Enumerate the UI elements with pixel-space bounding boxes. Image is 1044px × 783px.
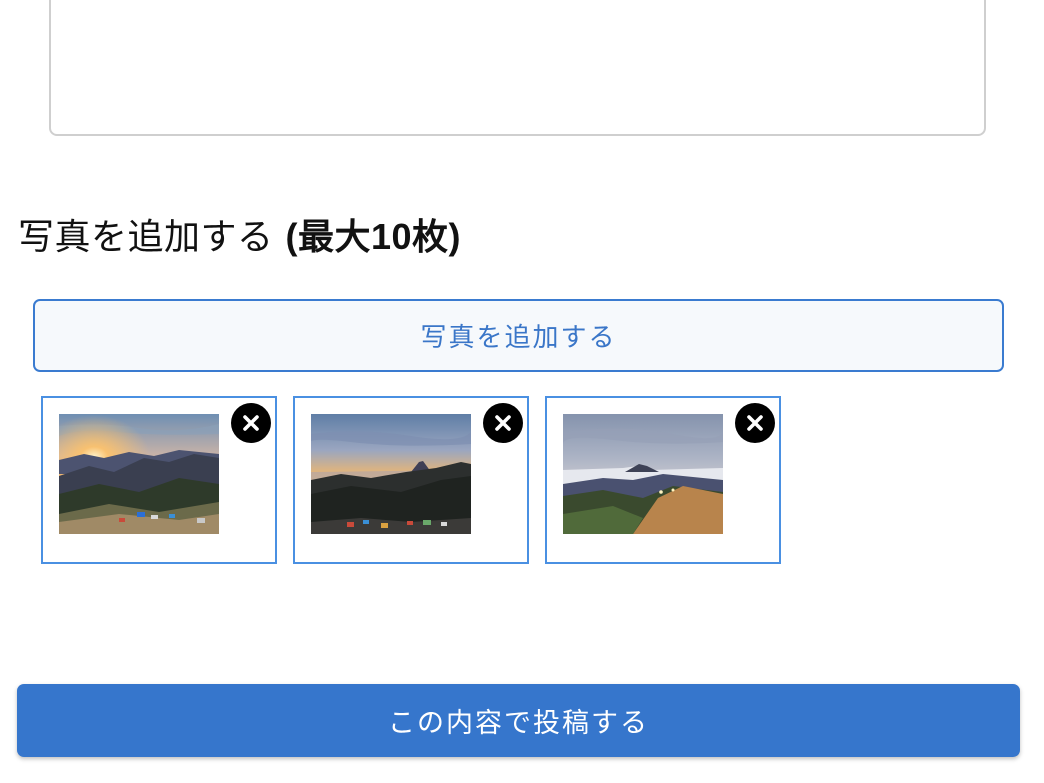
photo-thumbnail — [563, 414, 723, 534]
remove-photo-button[interactable] — [735, 403, 775, 443]
photo-thumbnail-card — [545, 396, 781, 564]
photos-heading-limit: (最大10枚) — [285, 216, 461, 257]
photos-section-title: 写真を追加する (最大10枚) — [18, 208, 461, 260]
close-icon — [747, 415, 763, 431]
photos-heading-prefix: 写真を追加する — [18, 217, 286, 258]
add-photo-button[interactable]: 写真を追加する — [33, 299, 1004, 372]
post-body-textarea[interactable] — [49, 0, 986, 136]
submit-post-button[interactable]: この内容で投稿する — [17, 684, 1020, 757]
photo-thumbnail — [311, 414, 471, 534]
post-form: 写真を追加する (最大10枚) 写真を追加する この内容で投稿する — [0, 0, 1044, 783]
remove-photo-button[interactable] — [231, 403, 271, 443]
remove-photo-button[interactable] — [483, 403, 523, 443]
photo-thumbnail-card — [41, 396, 277, 564]
photo-thumbnail-card — [293, 396, 529, 564]
close-icon — [243, 415, 259, 431]
close-icon — [495, 415, 511, 431]
photo-thumbnail — [59, 414, 219, 534]
